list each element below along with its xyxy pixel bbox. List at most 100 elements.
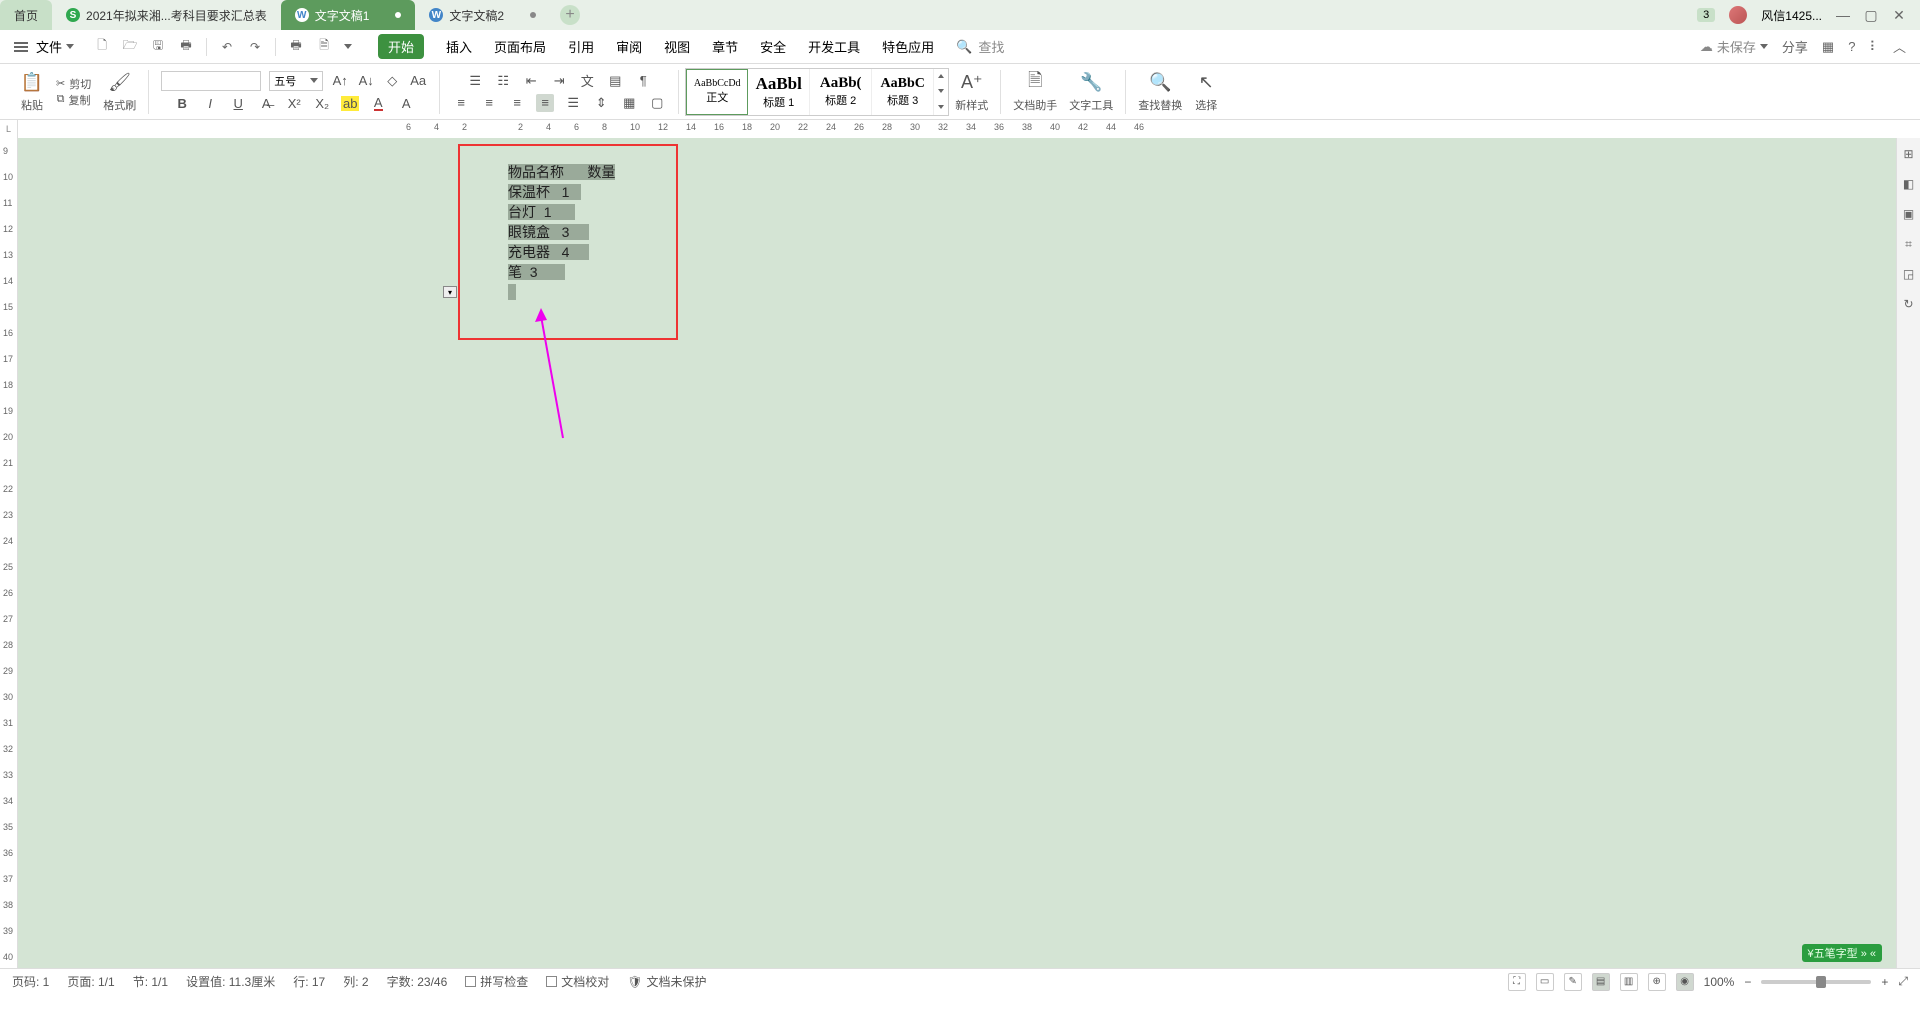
- numbering-button[interactable]: ☷: [494, 72, 512, 90]
- user-name[interactable]: 风信1425...: [1761, 7, 1822, 24]
- subscript-button[interactable]: X₂: [313, 95, 331, 113]
- style-h3[interactable]: AaBbC标题 3: [872, 69, 934, 115]
- horizontal-ruler[interactable]: L 64224681012141618202224262830323436384…: [0, 120, 1920, 138]
- status-pos[interactable]: 设置值: 11.3厘米: [186, 973, 275, 990]
- qat-more-icon[interactable]: [344, 44, 352, 49]
- tab-review[interactable]: 审阅: [616, 37, 642, 56]
- view-web-icon[interactable]: ⊕: [1648, 973, 1666, 991]
- view-eye-icon[interactable]: ◉: [1676, 973, 1694, 991]
- calendar-icon[interactable]: ▦: [1822, 39, 1834, 55]
- text-direction-button[interactable]: 文: [578, 72, 596, 90]
- style-h2[interactable]: AaBb(标题 2: [810, 69, 872, 115]
- phonetic-button[interactable]: ab: [341, 95, 359, 113]
- cut-button[interactable]: ✂剪切: [56, 76, 91, 92]
- font-name-input[interactable]: [161, 71, 261, 91]
- superscript-button[interactable]: X²: [285, 95, 303, 113]
- panel-select-icon[interactable]: ▣: [1901, 206, 1917, 222]
- status-col[interactable]: 列: 2: [343, 973, 368, 990]
- share-button[interactable]: 分享: [1782, 37, 1808, 56]
- tab-insert[interactable]: 插入: [446, 37, 472, 56]
- indent-dec-button[interactable]: ⇤: [522, 72, 540, 90]
- unsaved-indicator[interactable]: ☁未保存: [1700, 37, 1768, 56]
- zoom-slider[interactable]: [1761, 980, 1871, 984]
- tab-dev[interactable]: 开发工具: [808, 37, 860, 56]
- status-words[interactable]: 字数: 23/46: [387, 973, 448, 990]
- clear-format-icon[interactable]: ◇: [383, 72, 401, 90]
- print-dropdown-icon[interactable]: 🖶: [178, 39, 194, 55]
- font-color-button[interactable]: A: [369, 95, 387, 113]
- align-left-button[interactable]: ≡: [452, 94, 470, 112]
- grow-font-icon[interactable]: A↑: [331, 72, 349, 90]
- more-icon[interactable]: ⠇: [1869, 39, 1879, 55]
- align-center-button[interactable]: ≡: [480, 94, 498, 112]
- tab-view[interactable]: 视图: [664, 37, 690, 56]
- style-scroll[interactable]: [934, 69, 948, 115]
- status-proof[interactable]: 文档校对: [546, 973, 609, 990]
- ime-indicator[interactable]: ¥五笔字型 » «: [1802, 944, 1882, 962]
- maximize-button[interactable]: ▢: [1864, 8, 1878, 22]
- hamburger-icon[interactable]: [14, 42, 28, 52]
- tab-layout[interactable]: 页面布局: [494, 37, 546, 56]
- italic-button[interactable]: I: [201, 95, 219, 113]
- tab-doc-2-active[interactable]: W 文字文稿1: [281, 0, 416, 30]
- panel-limit-icon[interactable]: ⌗: [1901, 236, 1917, 252]
- style-body[interactable]: AaBbCcDd正文: [686, 69, 748, 115]
- paste-button[interactable]: 📋粘贴: [20, 71, 44, 113]
- select-button[interactable]: ↖选择: [1194, 71, 1218, 113]
- fullscreen-icon[interactable]: ⛶: [1508, 973, 1526, 991]
- status-section[interactable]: 节: 1/1: [133, 973, 168, 990]
- shading-button[interactable]: ▦: [620, 94, 638, 112]
- help-icon[interactable]: ?: [1848, 39, 1855, 54]
- zoom-value[interactable]: 100%: [1704, 975, 1735, 989]
- document-canvas[interactable]: 物品名称 数量 保温杯 1 台灯 1 眼镜盒 3 充电器 4 笔 3 ▾ ¥五笔…: [18, 138, 1920, 968]
- distribute-button[interactable]: ☰: [564, 94, 582, 112]
- vertical-ruler[interactable]: 9101112131415161718192021222324252627282…: [0, 138, 18, 968]
- redo-icon[interactable]: ↷: [247, 39, 263, 55]
- tab-ref[interactable]: 引用: [568, 37, 594, 56]
- close-button[interactable]: ✕: [1892, 8, 1906, 22]
- tab-doc-1[interactable]: S 2021年拟来湘...考科目要求汇总表: [52, 0, 281, 30]
- style-h1[interactable]: AaBbl标题 1: [748, 69, 810, 115]
- notification-badge[interactable]: 3: [1697, 8, 1715, 22]
- print-icon[interactable]: 🖶: [288, 39, 304, 55]
- zoom-out-button[interactable]: −: [1744, 975, 1751, 989]
- view-read-icon[interactable]: ▭: [1536, 973, 1554, 991]
- user-avatar-icon[interactable]: [1729, 6, 1747, 24]
- new-doc-icon[interactable]: 🗋: [94, 39, 110, 55]
- view-outline-icon[interactable]: ▥: [1620, 973, 1638, 991]
- fit-page-icon[interactable]: ⤢: [1898, 974, 1908, 989]
- change-case-icon[interactable]: Aa: [409, 72, 427, 90]
- indent-inc-button[interactable]: ⇥: [550, 72, 568, 90]
- panel-backup-icon[interactable]: ↻: [1901, 296, 1917, 312]
- text-tool-button[interactable]: 🔧文字工具: [1069, 71, 1113, 113]
- zoom-in-button[interactable]: +: [1881, 975, 1888, 989]
- show-marks-button[interactable]: ¶: [634, 72, 652, 90]
- save-icon[interactable]: 🖫: [150, 39, 166, 55]
- bullets-button[interactable]: ☰: [466, 72, 484, 90]
- view-edit-icon[interactable]: ✎: [1564, 973, 1582, 991]
- tab-chapter[interactable]: 章节: [712, 37, 738, 56]
- preview-icon[interactable]: 🗎: [316, 39, 332, 55]
- document-text[interactable]: 物品名称 数量 保温杯 1 台灯 1 眼镜盒 3 充电器 4 笔 3: [508, 162, 615, 302]
- underline-button[interactable]: U: [229, 95, 247, 113]
- tab-special[interactable]: 特色应用: [882, 37, 934, 56]
- copy-button[interactable]: ⧉复制: [57, 92, 91, 108]
- tab-home[interactable]: 首页: [0, 0, 52, 30]
- file-menu[interactable]: 文件: [36, 37, 74, 56]
- tab-doc-3[interactable]: W 文字文稿2: [415, 0, 550, 30]
- view-page-icon[interactable]: ▤: [1592, 973, 1610, 991]
- new-style-button[interactable]: A⁺新样式: [955, 71, 988, 113]
- collapse-ribbon-icon[interactable]: ︿: [1893, 37, 1906, 56]
- status-spell[interactable]: 拼写检查: [465, 973, 528, 990]
- add-tab-button[interactable]: +: [560, 5, 580, 25]
- panel-style-icon[interactable]: ◧: [1901, 176, 1917, 192]
- doc-assist-button[interactable]: 🗎文档助手: [1013, 71, 1057, 113]
- status-row[interactable]: 行: 17: [293, 973, 325, 990]
- status-page[interactable]: 页面: 1/1: [67, 973, 114, 990]
- undo-icon[interactable]: ↶: [219, 39, 235, 55]
- tab-security[interactable]: 安全: [760, 37, 786, 56]
- align-justify-button[interactable]: ≡: [536, 94, 554, 112]
- panel-tool-icon[interactable]: ⊞: [1901, 146, 1917, 162]
- strike-button[interactable]: A̶: [257, 95, 275, 113]
- shrink-font-icon[interactable]: A↓: [357, 72, 375, 90]
